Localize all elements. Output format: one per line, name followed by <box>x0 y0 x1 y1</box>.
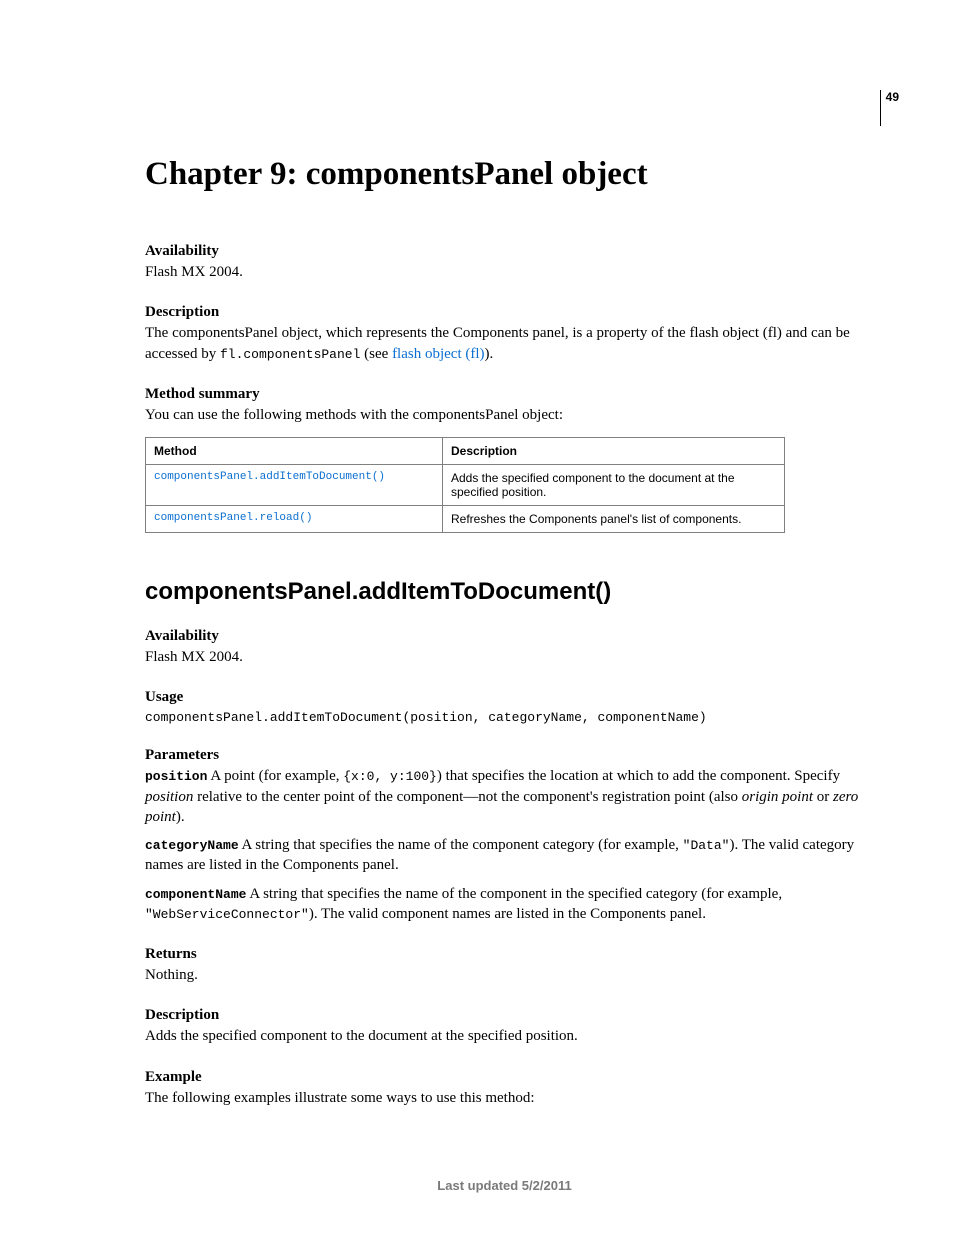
inline-code: "Data" <box>683 838 730 853</box>
param-name-position: position <box>145 769 207 784</box>
heading-availability: Availability <box>145 243 864 260</box>
method-desc: Adds the specified component to the docu… <box>443 465 785 506</box>
text-fragment: A string that specifies the name of the … <box>246 886 782 902</box>
method-heading: componentsPanel.addItemToDocument() <box>145 578 864 606</box>
text-returns: Nothing. <box>145 965 864 985</box>
text-description: The componentsPanel object, which repres… <box>145 323 864 364</box>
heading-parameters: Parameters <box>145 747 864 764</box>
text-description: Adds the specified component to the docu… <box>145 1026 864 1046</box>
param-position: position A point (for example, {x:0, y:1… <box>145 766 864 827</box>
text-fragment: ). <box>485 346 494 362</box>
heading-usage: Usage <box>145 689 864 706</box>
text-fragment: (see <box>360 346 392 362</box>
heading-description: Description <box>145 1007 864 1024</box>
inline-code: "WebServiceConnector" <box>145 907 309 922</box>
heading-example: Example <box>145 1069 864 1086</box>
heading-method-summary: Method summary <box>145 386 864 403</box>
heading-availability: Availability <box>145 628 864 645</box>
inline-code: {x:0, y:100} <box>343 769 437 784</box>
text-fragment: ). The valid component names are listed … <box>309 906 706 922</box>
param-name-componentname: componentName <box>145 887 246 902</box>
table-row: componentsPanel.addItemToDocument() Adds… <box>146 465 785 506</box>
method-desc: Refreshes the Components panel's list of… <box>443 506 785 533</box>
param-componentname: componentName A string that specifies th… <box>145 884 864 925</box>
table-header-row: Method Description <box>146 438 785 465</box>
link-flash-object[interactable]: flash object (fl) <box>392 346 484 362</box>
heading-returns: Returns <box>145 946 864 963</box>
text-example: The following examples illustrate some w… <box>145 1088 864 1108</box>
italic-text: position <box>145 789 193 805</box>
text-fragment: A string that specifies the name of the … <box>239 837 683 853</box>
text-fragment: or <box>813 789 833 805</box>
inline-code: fl.componentsPanel <box>220 347 360 362</box>
method-link-reload[interactable]: componentsPanel.reload() <box>146 506 443 533</box>
page-container: 49 Chapter 9: componentsPanel object Ava… <box>0 0 954 1233</box>
text-availability: Flash MX 2004. <box>145 647 864 667</box>
table-row: componentsPanel.reload() Refreshes the C… <box>146 506 785 533</box>
page-number: 49 <box>880 90 899 126</box>
table-header-description: Description <box>443 438 785 465</box>
text-fragment: relative to the center point of the comp… <box>193 789 741 805</box>
param-name-categoryname: categoryName <box>145 838 239 853</box>
text-availability: Flash MX 2004. <box>145 262 864 282</box>
method-link-additemtodocument[interactable]: componentsPanel.addItemToDocument() <box>146 465 443 506</box>
text-fragment: ) that specifies the location at which t… <box>437 768 840 784</box>
text-fragment: ). <box>176 809 185 825</box>
table-header-method: Method <box>146 438 443 465</box>
page-footer: Last updated 5/2/2011 <box>145 1178 864 1193</box>
heading-description: Description <box>145 304 864 321</box>
method-summary-table: Method Description componentsPanel.addIt… <box>145 437 785 533</box>
param-categoryname: categoryName A string that specifies the… <box>145 835 864 876</box>
chapter-title: Chapter 9: componentsPanel object <box>145 156 864 193</box>
text-method-summary: You can use the following methods with t… <box>145 405 864 425</box>
italic-text: origin point <box>742 789 813 805</box>
text-fragment: A point (for example, <box>207 768 343 784</box>
code-usage: componentsPanel.addItemToDocument(positi… <box>145 710 864 725</box>
